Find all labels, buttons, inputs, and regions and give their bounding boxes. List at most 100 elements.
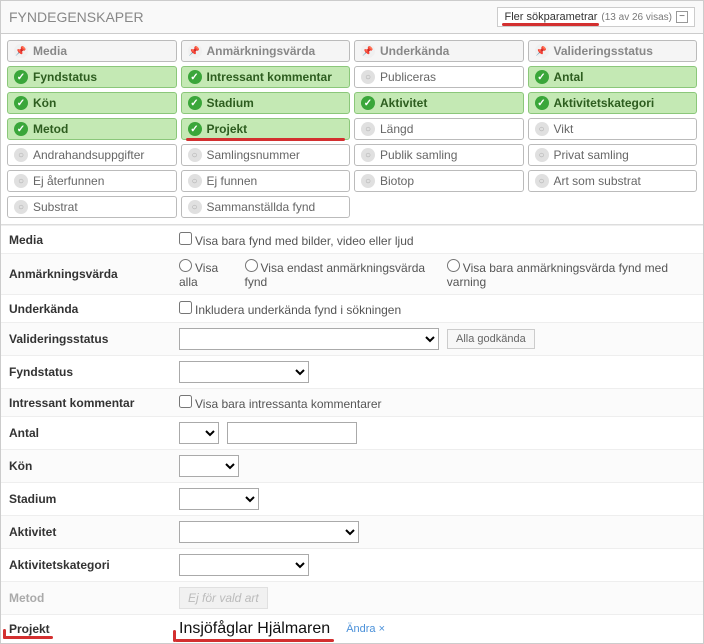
underkanda-checkbox[interactable] xyxy=(179,301,192,314)
circle-icon: ○ xyxy=(188,200,202,214)
chip-sammanstallda-fynd[interactable]: ○Sammanställda fynd xyxy=(181,196,351,218)
fyndstatus-select[interactable] xyxy=(179,361,309,383)
row-valideringsstatus: Valideringsstatus Alla godkända xyxy=(1,322,703,355)
page-title: FYNDEGENSKAPER xyxy=(9,9,144,25)
circle-icon: ○ xyxy=(188,174,202,188)
check-icon: ✓ xyxy=(14,96,28,110)
media-checkbox-label[interactable]: Visa bara fynd med bilder, video eller l… xyxy=(179,232,414,248)
projekt-change-link[interactable]: Ändra × xyxy=(346,623,385,635)
label-fyndstatus: Fyndstatus xyxy=(9,365,179,379)
label-stadium: Stadium xyxy=(9,492,179,506)
chip-andrahandsuppgifter[interactable]: ○Andrahandsuppgifter xyxy=(7,144,177,166)
check-icon: ✓ xyxy=(14,122,28,136)
row-aktivitet: Aktivitet xyxy=(1,515,703,548)
valideringsstatus-select[interactable] xyxy=(179,328,439,350)
anm-radio-only[interactable]: Visa endast anmärkningsvärda fynd xyxy=(245,259,439,289)
circle-icon: ○ xyxy=(361,122,375,136)
row-intressant-kommentar: Intressant kommentar Visa bara intressan… xyxy=(1,388,703,416)
chip-fyndstatus[interactable]: ✓Fyndstatus xyxy=(7,66,177,88)
label-anmarkningsvarda: Anmärkningsvärda xyxy=(9,267,179,281)
row-fyndstatus: Fyndstatus xyxy=(1,355,703,388)
row-kon: Kön xyxy=(1,449,703,482)
label-antal: Antal xyxy=(9,426,179,440)
circle-icon: ○ xyxy=(535,174,549,188)
label-media: Media xyxy=(9,233,179,247)
chip-projekt[interactable]: ✓Projekt xyxy=(181,118,351,140)
circle-icon: ○ xyxy=(535,148,549,162)
chip-ej-aterfunnen[interactable]: ○Ej återfunnen xyxy=(7,170,177,192)
chip-intressant-kommentar[interactable]: ✓Intressant kommentar xyxy=(181,66,351,88)
anm-radio-all[interactable]: Visa alla xyxy=(179,259,237,289)
row-media: Media Visa bara fynd med bilder, video e… xyxy=(1,225,703,253)
chip-privat-samling[interactable]: ○Privat samling xyxy=(528,144,698,166)
check-icon: ✓ xyxy=(188,122,202,136)
chip-substrat[interactable]: ○Substrat xyxy=(7,196,177,218)
check-icon: ✓ xyxy=(14,70,28,84)
underkanda-checkbox-label[interactable]: Inkludera underkända fynd i sökningen xyxy=(179,301,401,317)
chip-ej-funnen[interactable]: ○Ej funnen xyxy=(181,170,351,192)
row-metod: Metod Ej för vald art xyxy=(1,581,703,614)
chip-art-som-substrat[interactable]: ○Art som substrat xyxy=(528,170,698,192)
check-icon: ✓ xyxy=(188,70,202,84)
pin-icon: 📌 xyxy=(188,44,202,58)
chip-grid: 📌Media 📌Anmärkningsvärda 📌Underkända 📌Va… xyxy=(1,34,703,225)
chip-publik-samling[interactable]: ○Publik samling xyxy=(354,144,524,166)
intressant-checkbox-label[interactable]: Visa bara intressanta kommentarer xyxy=(179,395,382,411)
chip-empty xyxy=(354,196,524,218)
chip-kon[interactable]: ✓Kön xyxy=(7,92,177,114)
row-aktivitetskategori: Aktivitetskategori xyxy=(1,548,703,581)
circle-icon: ○ xyxy=(361,174,375,188)
chip-antal[interactable]: ✓Antal xyxy=(528,66,698,88)
row-projekt: Projekt Insjöfåglar Hjälmaren Ändra × xyxy=(1,614,703,643)
kon-select[interactable] xyxy=(179,455,239,477)
circle-icon: ○ xyxy=(361,148,375,162)
category-header-anmarkningsvarda: 📌Anmärkningsvärda xyxy=(181,40,351,62)
circle-icon: ○ xyxy=(188,148,202,162)
projekt-value: Insjöfåglar Hjälmaren xyxy=(179,620,330,638)
intressant-checkbox[interactable] xyxy=(179,395,192,408)
chip-vikt[interactable]: ○Vikt xyxy=(528,118,698,140)
metod-disabled-text: Ej för vald art xyxy=(179,587,268,609)
anm-radio-warning[interactable]: Visa bara anmärkningsvärda fynd med varn… xyxy=(447,259,695,289)
more-params-button[interactable]: Fler sökparametrar (13 av 26 visas) − xyxy=(497,7,695,27)
row-stadium: Stadium xyxy=(1,482,703,515)
label-kon: Kön xyxy=(9,459,179,473)
antal-op-select[interactable] xyxy=(179,422,219,444)
row-underkanda: Underkända Inkludera underkända fynd i s… xyxy=(1,294,703,322)
label-intressant-kommentar: Intressant kommentar xyxy=(9,396,179,410)
more-params-label: Fler sökparametrar xyxy=(504,11,597,23)
label-aktivitetskategori: Aktivitetskategori xyxy=(9,558,179,572)
pin-icon: 📌 xyxy=(14,44,28,58)
chip-samlingsnummer[interactable]: ○Samlingsnummer xyxy=(181,144,351,166)
circle-icon: ○ xyxy=(14,148,28,162)
label-aktivitet: Aktivitet xyxy=(9,525,179,539)
row-antal: Antal xyxy=(1,416,703,449)
main-panel: FYNDEGENSKAPER Fler sökparametrar (13 av… xyxy=(0,0,704,644)
chip-metod[interactable]: ✓Metod xyxy=(7,118,177,140)
alla-godkanda-button[interactable]: Alla godkända xyxy=(447,329,535,349)
collapse-icon[interactable]: − xyxy=(676,11,688,23)
check-icon: ✓ xyxy=(535,96,549,110)
stadium-select[interactable] xyxy=(179,488,259,510)
label-projekt: Projekt xyxy=(9,622,179,636)
label-metod: Metod xyxy=(9,591,179,605)
row-anmarkningsvarda: Anmärkningsvärda Visa alla Visa endast a… xyxy=(1,253,703,294)
check-icon: ✓ xyxy=(188,96,202,110)
aktivitet-select[interactable] xyxy=(179,521,359,543)
label-valideringsstatus: Valideringsstatus xyxy=(9,332,179,346)
check-icon: ✓ xyxy=(361,96,375,110)
chip-stadium[interactable]: ✓Stadium xyxy=(181,92,351,114)
panel-header: FYNDEGENSKAPER Fler sökparametrar (13 av… xyxy=(1,1,703,34)
chip-publiceras[interactable]: ○Publiceras xyxy=(354,66,524,88)
circle-icon: ○ xyxy=(535,122,549,136)
chip-aktivitet[interactable]: ✓Aktivitet xyxy=(354,92,524,114)
pin-icon: 📌 xyxy=(361,44,375,58)
aktivitetskategori-select[interactable] xyxy=(179,554,309,576)
antal-input[interactable] xyxy=(227,422,357,444)
circle-icon: ○ xyxy=(361,70,375,84)
chip-aktivitetskategori[interactable]: ✓Aktivitetskategori xyxy=(528,92,698,114)
chip-biotop[interactable]: ○Biotop xyxy=(354,170,524,192)
chip-langd[interactable]: ○Längd xyxy=(354,118,524,140)
more-params-count: (13 av 26 visas) xyxy=(601,12,672,23)
media-checkbox[interactable] xyxy=(179,232,192,245)
